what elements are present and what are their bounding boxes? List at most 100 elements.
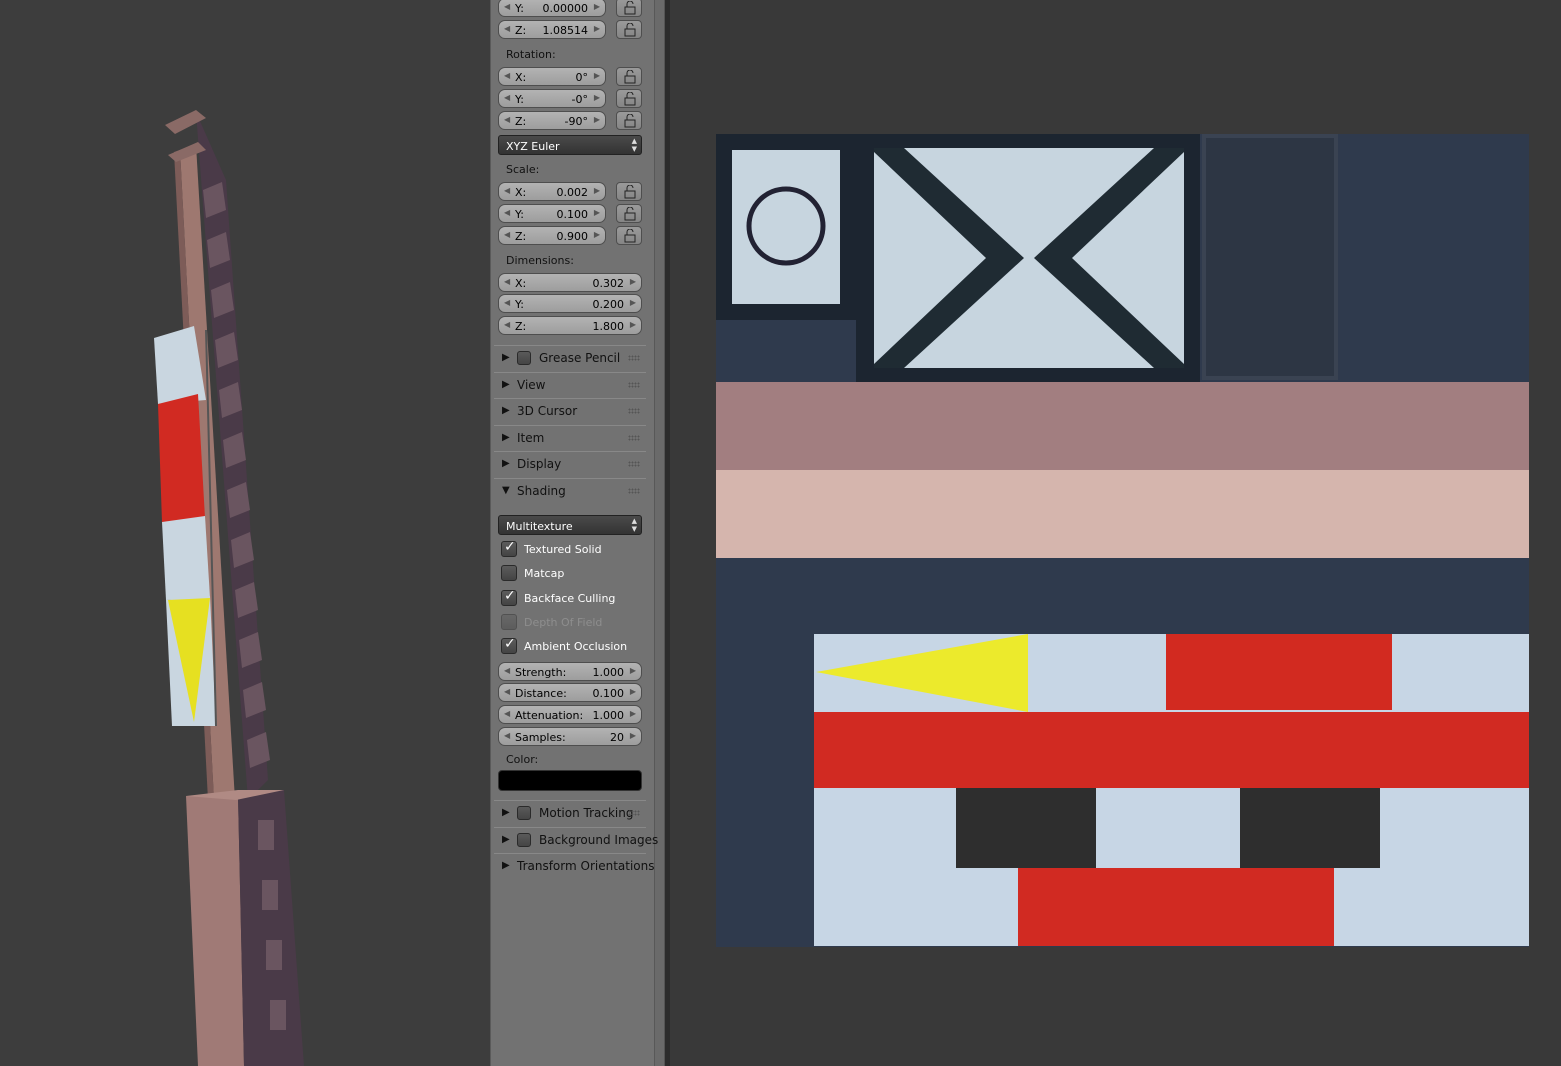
ao-attenuation-field[interactable]: ◀ Attenuation: 1.000 ▶ xyxy=(498,705,642,724)
increment-arrow-icon[interactable]: ▶ xyxy=(630,709,636,718)
expand-triangle-icon: ▶ xyxy=(502,379,510,390)
drag-grip-icon[interactable] xyxy=(628,382,640,388)
increment-arrow-icon[interactable]: ▶ xyxy=(630,320,636,329)
rotation-x-field[interactable]: ◀ X: 0° ▶ xyxy=(498,67,606,86)
increment-arrow-icon[interactable]: ▶ xyxy=(594,71,600,80)
decrement-arrow-icon[interactable]: ◀ xyxy=(504,2,510,11)
location-z-field[interactable]: ◀ Z: 1.08514 ▶ xyxy=(498,20,606,39)
ao-samples-field[interactable]: ◀ Samples: 20 ▶ xyxy=(498,727,642,746)
panel-grease-pencil[interactable]: ▶ Grease Pencil xyxy=(494,345,646,371)
increment-arrow-icon[interactable]: ▶ xyxy=(630,666,636,675)
checkmark-icon: ✓ xyxy=(504,588,516,604)
backface-culling-checkbox[interactable]: ✓ xyxy=(501,588,517,606)
panel-view[interactable]: ▶ View xyxy=(494,372,646,398)
rotation-z-field[interactable]: ◀ Z: -90° ▶ xyxy=(498,111,606,130)
background-images-checkbox[interactable] xyxy=(517,833,531,847)
decrement-arrow-icon[interactable]: ◀ xyxy=(504,208,510,217)
drag-grip-icon[interactable] xyxy=(628,488,640,494)
increment-arrow-icon[interactable]: ▶ xyxy=(594,93,600,102)
scale-x-field[interactable]: ◀ X: 0.002 ▶ xyxy=(498,182,606,201)
decrement-arrow-icon[interactable]: ◀ xyxy=(504,115,510,124)
decrement-arrow-icon[interactable]: ◀ xyxy=(504,731,510,740)
lock-rotation-x-button[interactable] xyxy=(616,67,642,86)
expand-triangle-icon: ▶ xyxy=(502,834,510,845)
drag-grip-icon[interactable] xyxy=(628,355,640,361)
drag-grip-icon[interactable] xyxy=(628,810,640,816)
decrement-arrow-icon[interactable]: ◀ xyxy=(504,687,510,696)
panel-shading[interactable]: ▼ Shading xyxy=(494,478,646,504)
lock-scale-z-button[interactable] xyxy=(616,226,642,245)
lock-scale-y-button[interactable] xyxy=(616,204,642,223)
lock-icon xyxy=(624,23,636,37)
location-y-field[interactable]: ◀ Y: 0.00000 ▶ xyxy=(498,0,606,17)
panel-background-images[interactable]: ▶ Background Images xyxy=(494,827,658,853)
panel-item[interactable]: ▶ Item xyxy=(494,425,646,451)
decrement-arrow-icon[interactable]: ◀ xyxy=(504,24,510,33)
depth-of-field-checkbox[interactable] xyxy=(501,614,517,630)
rotation-y-field[interactable]: ◀ Y: -0° ▶ xyxy=(498,89,606,108)
panel-display[interactable]: ▶ Display xyxy=(494,451,646,477)
up-down-arrows-icon: ▲ ▼ xyxy=(631,137,637,153)
ao-strength-field[interactable]: ◀ Strength: 1.000 ▶ xyxy=(498,662,642,681)
image-editor[interactable] xyxy=(670,0,1561,1066)
ambient-occlusion-checkbox[interactable]: ✓ xyxy=(501,636,517,654)
decrement-arrow-icon[interactable]: ◀ xyxy=(504,186,510,195)
dimensions-z-field[interactable]: ◀ Z: 1.800 ▶ xyxy=(498,316,642,335)
scale-z-field[interactable]: ◀ Z: 0.900 ▶ xyxy=(498,226,606,245)
decrement-arrow-icon[interactable]: ◀ xyxy=(504,277,510,286)
textured-solid-checkbox[interactable]: ✓ xyxy=(501,539,517,557)
scale-y-field[interactable]: ◀ Y: 0.100 ▶ xyxy=(498,204,606,223)
increment-arrow-icon[interactable]: ▶ xyxy=(594,186,600,195)
decrement-arrow-icon[interactable]: ◀ xyxy=(504,709,510,718)
lock-rotation-y-button[interactable] xyxy=(616,89,642,108)
ambient-occlusion-label: Ambient Occlusion xyxy=(524,640,628,653)
shading-mode-dropdown[interactable]: Multitexture ▲ ▼ xyxy=(498,515,642,535)
increment-arrow-icon[interactable]: ▶ xyxy=(594,24,600,33)
expand-triangle-icon: ▶ xyxy=(502,860,510,871)
increment-arrow-icon[interactable]: ▶ xyxy=(630,731,636,740)
ao-color-swatch[interactable] xyxy=(498,770,642,791)
decrement-arrow-icon[interactable]: ◀ xyxy=(504,71,510,80)
lock-icon xyxy=(624,229,636,243)
decrement-arrow-icon[interactable]: ◀ xyxy=(504,666,510,675)
drag-grip-icon[interactable] xyxy=(628,461,640,467)
increment-arrow-icon[interactable]: ▶ xyxy=(594,230,600,239)
drag-grip-icon[interactable] xyxy=(628,435,640,441)
decrement-arrow-icon[interactable]: ◀ xyxy=(504,298,510,307)
expand-triangle-icon: ▶ xyxy=(502,432,510,443)
increment-arrow-icon[interactable]: ▶ xyxy=(630,687,636,696)
panel-motion-tracking[interactable]: ▶ Motion Tracking xyxy=(494,800,646,826)
increment-arrow-icon[interactable]: ▶ xyxy=(630,277,636,286)
drag-grip-icon[interactable] xyxy=(628,408,640,414)
3d-viewport[interactable] xyxy=(0,0,490,1066)
decrement-arrow-icon[interactable]: ◀ xyxy=(504,230,510,239)
decrement-arrow-icon[interactable]: ◀ xyxy=(504,320,510,329)
dimensions-label: Dimensions: xyxy=(506,254,574,267)
increment-arrow-icon[interactable]: ▶ xyxy=(594,115,600,124)
textured-solid-label: Textured Solid xyxy=(524,543,602,556)
grease-pencil-checkbox[interactable] xyxy=(517,351,531,365)
rotation-mode-dropdown[interactable]: XYZ Euler ▲ ▼ xyxy=(498,135,642,155)
up-down-arrows-icon: ▲ ▼ xyxy=(631,517,637,533)
expand-triangle-icon: ▶ xyxy=(502,352,510,363)
lock-location-y-button[interactable] xyxy=(616,0,642,17)
ao-distance-field[interactable]: ◀ Distance: 0.100 ▶ xyxy=(498,683,642,702)
motion-tracking-checkbox[interactable] xyxy=(517,806,531,820)
panel-transform-orientations[interactable]: ▶ Transform Orientations xyxy=(494,853,655,879)
lock-scale-x-button[interactable] xyxy=(616,182,642,201)
lock-rotation-z-button[interactable] xyxy=(616,111,642,130)
matcap-checkbox[interactable] xyxy=(501,565,517,581)
increment-arrow-icon[interactable]: ▶ xyxy=(594,2,600,11)
lock-icon xyxy=(624,185,636,199)
expand-triangle-icon: ▶ xyxy=(502,405,510,416)
increment-arrow-icon[interactable]: ▶ xyxy=(594,208,600,217)
depth-of-field-label: Depth Of Field xyxy=(524,616,603,629)
texture-atlas xyxy=(716,134,1529,947)
dimensions-y-field[interactable]: ◀ Y: 0.200 ▶ xyxy=(498,294,642,313)
checkmark-icon: ✓ xyxy=(504,539,516,555)
panel-3d-cursor[interactable]: ▶ 3D Cursor xyxy=(494,398,646,424)
dimensions-x-field[interactable]: ◀ X: 0.302 ▶ xyxy=(498,273,642,292)
increment-arrow-icon[interactable]: ▶ xyxy=(630,298,636,307)
lock-location-z-button[interactable] xyxy=(616,20,642,39)
decrement-arrow-icon[interactable]: ◀ xyxy=(504,93,510,102)
